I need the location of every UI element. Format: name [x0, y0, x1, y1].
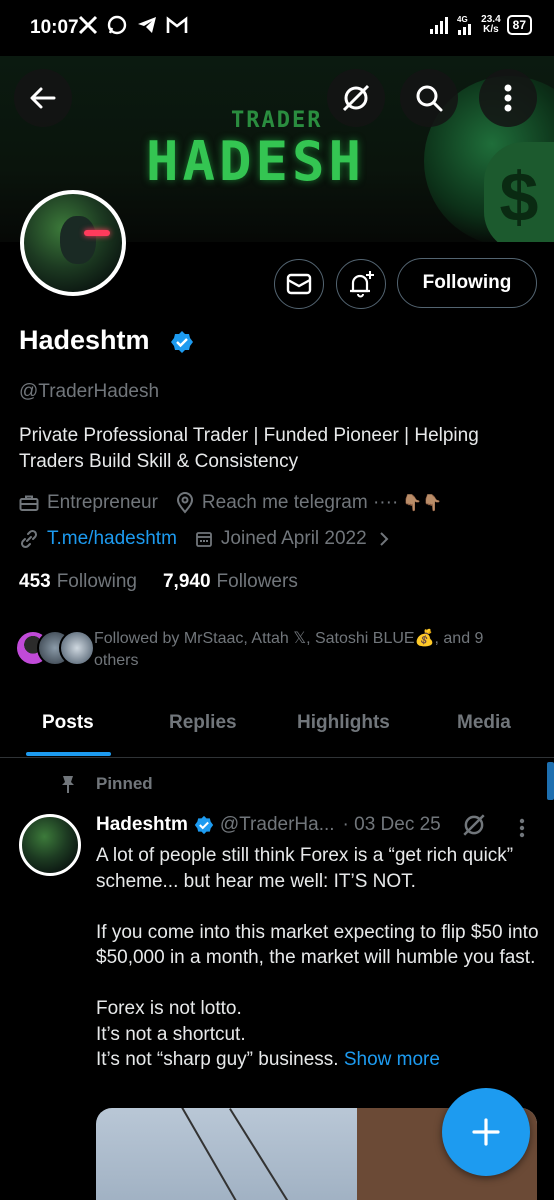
tweet-date: · 03 Dec 25	[342, 814, 441, 835]
more-vertical-icon[interactable]	[519, 818, 525, 838]
calendar-icon	[196, 532, 212, 547]
profile-category: Entrepreneur	[19, 492, 158, 514]
signal-icon	[430, 17, 449, 34]
followed-by-text[interactable]: Followed by MrStaac, Attah 𝕏, Satoshi BL…	[94, 628, 514, 672]
status-time: 10:07	[30, 17, 79, 38]
signal-4g-icon: 4G	[457, 15, 472, 35]
avatar-face	[60, 216, 96, 264]
tweet-line: It’s not “sharp guy” business.	[96, 1049, 339, 1070]
svg-text:4G: 4G	[457, 15, 468, 24]
profile-name: Hadeshtm	[19, 325, 150, 355]
profile-bio: Private Professional Trader | Funded Pio…	[19, 425, 479, 472]
verified-badge-icon	[171, 331, 193, 353]
profile-joined-text: Joined April 2022	[220, 528, 367, 549]
profile-handle: @TraderHadesh	[19, 381, 160, 402]
back-arrow-icon	[30, 87, 56, 109]
followers-count-label: Followers	[216, 571, 298, 592]
notify-button[interactable]	[336, 259, 386, 309]
tweet-paragraph: A lot of people still think Forex is a “…	[96, 845, 514, 892]
tweet-last-line: It’s not “sharp guy” business. Show more	[96, 1047, 541, 1073]
tweet-line: It’s not a shortcut.	[96, 1023, 246, 1045]
following-count[interactable]: 453 Following	[19, 571, 137, 593]
notification-icons	[78, 14, 188, 36]
compose-plus-icon	[472, 1118, 500, 1146]
show-more-link[interactable]: Show more	[344, 1049, 440, 1070]
follow-counts: 453 Following 7,940 Followers	[19, 571, 298, 593]
profile-link[interactable]: T.me/hadeshtm	[19, 528, 177, 550]
mail-icon	[286, 273, 312, 295]
gmail-icon	[166, 16, 188, 33]
grok-icon[interactable]	[461, 812, 487, 838]
grok-icon	[342, 84, 370, 112]
whatsapp-icon	[107, 15, 127, 35]
link-icon	[20, 529, 38, 549]
profile-avatar[interactable]	[20, 190, 126, 296]
tweet-line: Forex is not lotto.	[96, 998, 242, 1019]
search-icon	[416, 85, 443, 112]
bell-plus-icon	[350, 271, 374, 298]
following-count-label: Following	[56, 571, 137, 592]
pinned-label: Pinned	[60, 774, 153, 794]
verified-badge-icon	[194, 815, 214, 835]
tab-replies[interactable]: Replies	[169, 712, 237, 734]
tab-posts[interactable]: Posts	[42, 712, 94, 734]
banner-dollar-graphic: $	[484, 142, 554, 242]
profile-location-text: Reach me telegram ····	[201, 492, 399, 513]
profile-category-text: Entrepreneur	[47, 492, 158, 513]
chevron-right-icon[interactable]	[379, 531, 389, 547]
tab-media[interactable]: Media	[457, 712, 511, 734]
pinned-label-text: Pinned	[96, 774, 153, 793]
more-options-button[interactable]	[479, 69, 537, 127]
tweet-author-handle[interactable]: @TraderHa...	[220, 814, 335, 836]
tweet-author-name[interactable]: Hadeshtm	[96, 814, 188, 836]
compose-button[interactable]	[442, 1088, 530, 1176]
x-app-icon	[78, 15, 98, 35]
net-speed-unit: K/s	[483, 24, 499, 35]
pointing-down-emoji: 👇🏽👇🏽	[402, 495, 443, 512]
banner-text-hadesh: HADESH	[146, 130, 366, 193]
following-count-value: 453	[19, 571, 51, 592]
message-button[interactable]	[274, 259, 324, 309]
tab-highlights[interactable]: Highlights	[297, 712, 390, 734]
media-detail	[181, 1108, 253, 1200]
briefcase-icon	[19, 495, 39, 511]
followers-count[interactable]: 7,940 Followers	[163, 571, 298, 593]
location-icon	[176, 492, 193, 514]
follower-avatar	[59, 630, 95, 666]
tweet-author-avatar[interactable]	[19, 814, 81, 876]
status-right: 4G 23.4 K/s 87	[429, 14, 532, 36]
profile-link-text[interactable]: T.me/hadeshtm	[47, 528, 177, 550]
telegram-icon	[138, 17, 156, 33]
profile-joined: Joined April 2022	[195, 528, 397, 550]
more-vertical-icon	[504, 84, 512, 112]
followed-by-avatars[interactable]	[15, 630, 95, 666]
tweet-header: Hadeshtm @TraderHa... · 03 Dec 25	[96, 814, 441, 836]
avatar-visor	[84, 230, 110, 236]
profile-location: Reach me telegram ···· 👇🏽👇🏽	[176, 492, 442, 514]
back-button[interactable]	[14, 69, 72, 127]
tweet-paragraph: If you come into this market expecting t…	[96, 921, 539, 969]
profile-meta-row-1: Entrepreneur Reach me telegram ···· 👇🏽👇🏽	[19, 492, 460, 514]
following-button[interactable]: Following	[397, 258, 537, 308]
status-bar: 10:07 4G 23.4 K/s 87	[0, 0, 554, 56]
tweet-body[interactable]: A lot of people still think Forex is a “…	[96, 843, 541, 1073]
pin-icon	[62, 776, 74, 793]
media-detail	[229, 1108, 305, 1200]
search-button[interactable]	[400, 69, 458, 127]
battery-indicator: 87	[506, 15, 532, 35]
scrollbar[interactable]	[547, 762, 554, 800]
active-tab-indicator	[26, 752, 111, 756]
net-speed: 23.4 K/s	[481, 15, 500, 35]
profile-meta-row-2: T.me/hadeshtm Joined April 2022	[19, 528, 415, 550]
profile-tabs: Posts Replies Highlights Media	[0, 698, 554, 758]
grok-button[interactable]	[327, 69, 385, 127]
followers-count-value: 7,940	[162, 571, 211, 592]
